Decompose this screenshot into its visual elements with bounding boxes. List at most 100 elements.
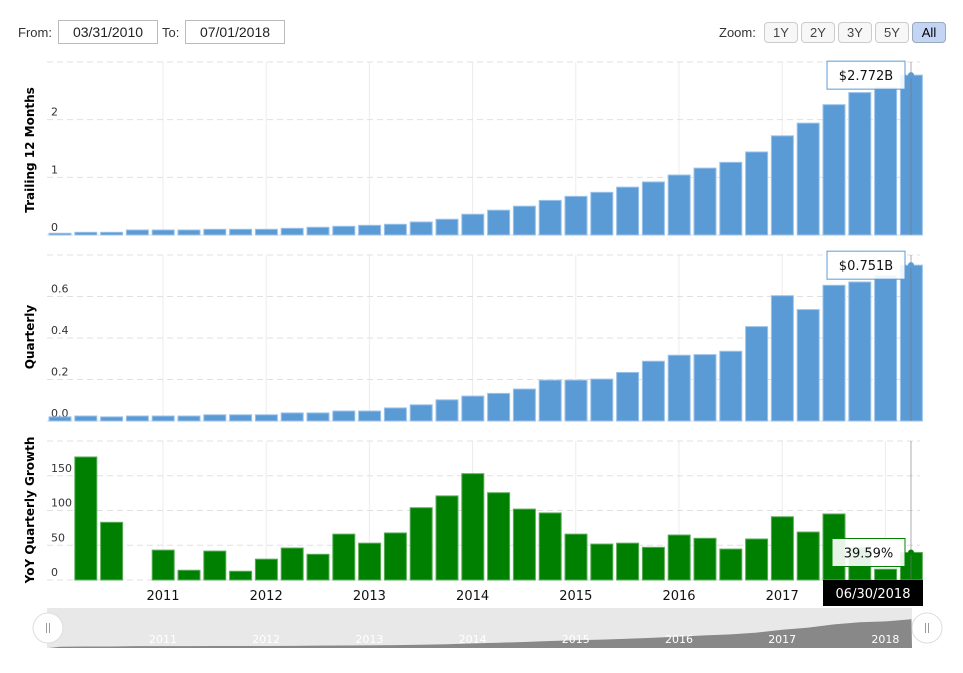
x-tick-label: 2016	[662, 589, 695, 604]
bar[interactable]	[358, 542, 382, 581]
bar[interactable]	[383, 532, 407, 581]
bar[interactable]	[693, 354, 717, 422]
bar[interactable]	[280, 412, 304, 422]
bar[interactable]	[590, 543, 614, 581]
bar[interactable]	[48, 416, 72, 422]
bar[interactable]	[409, 507, 433, 581]
bar[interactable]	[306, 553, 330, 581]
bar[interactable]	[719, 161, 743, 236]
bar[interactable]	[641, 360, 665, 422]
bar[interactable]	[487, 392, 511, 422]
bar[interactable]	[512, 508, 536, 581]
bar[interactable]	[254, 414, 278, 422]
bar[interactable]	[151, 229, 175, 236]
bar[interactable]	[383, 223, 407, 236]
bar[interactable]	[590, 191, 614, 236]
bar[interactable]	[332, 533, 356, 581]
bar[interactable]	[100, 231, 124, 236]
bar[interactable]	[538, 199, 562, 236]
bar[interactable]	[254, 558, 278, 581]
bar[interactable]	[125, 415, 149, 422]
bar[interactable]	[306, 226, 330, 236]
bar[interactable]	[770, 295, 794, 422]
bar[interactable]	[332, 410, 356, 422]
bar[interactable]	[848, 281, 872, 422]
bar[interactable]	[151, 415, 175, 422]
bar[interactable]	[770, 135, 794, 236]
bar[interactable]	[796, 309, 820, 422]
bar[interactable]	[332, 225, 356, 236]
bar[interactable]	[203, 414, 227, 422]
bar[interactable]	[564, 533, 588, 581]
bar[interactable]	[358, 224, 382, 236]
bar[interactable]	[641, 181, 665, 236]
bar[interactable]	[254, 228, 278, 236]
bar[interactable]	[822, 284, 846, 422]
bar[interactable]	[409, 221, 433, 236]
bar[interactable]	[564, 379, 588, 422]
bar[interactable]	[745, 326, 769, 422]
bar[interactable]	[487, 492, 511, 581]
bar[interactable]	[229, 414, 253, 422]
navigator-left-handle[interactable]	[32, 612, 64, 644]
bar[interactable]	[719, 548, 743, 581]
bar[interactable]	[616, 186, 640, 236]
bar[interactable]	[667, 354, 691, 422]
bar[interactable]	[616, 371, 640, 422]
bar[interactable]	[48, 232, 72, 236]
bar[interactable]	[125, 229, 149, 236]
bar[interactable]	[461, 395, 485, 422]
bar[interactable]	[100, 521, 124, 581]
bar[interactable]	[667, 534, 691, 581]
bar[interactable]	[796, 122, 820, 236]
bar[interactable]	[590, 378, 614, 422]
bar[interactable]	[667, 174, 691, 236]
bar[interactable]	[177, 415, 201, 422]
bar[interactable]	[203, 228, 227, 236]
bar[interactable]	[74, 415, 98, 422]
bar[interactable]	[280, 547, 304, 581]
bar[interactable]	[74, 456, 98, 581]
bar[interactable]	[564, 195, 588, 236]
bar[interactable]	[461, 473, 485, 581]
y-tick-label: 0	[51, 221, 58, 234]
bar[interactable]	[693, 537, 717, 581]
bar[interactable]	[693, 167, 717, 236]
bar[interactable]	[203, 550, 227, 581]
bar[interactable]	[745, 538, 769, 581]
bar[interactable]	[874, 86, 898, 236]
bar[interactable]	[358, 410, 382, 422]
bar[interactable]	[435, 218, 459, 236]
bar[interactable]	[306, 412, 330, 422]
bar[interactable]	[74, 231, 98, 236]
bar[interactable]	[719, 350, 743, 422]
bar[interactable]	[487, 209, 511, 236]
bar[interactable]	[770, 516, 794, 581]
bar[interactable]	[538, 379, 562, 422]
bar[interactable]	[435, 399, 459, 422]
navigator-right-handle[interactable]	[911, 612, 943, 644]
bar[interactable]	[538, 512, 562, 581]
bar[interactable]	[616, 542, 640, 581]
bar[interactable]	[461, 213, 485, 236]
bar[interactable]	[874, 568, 898, 581]
bar[interactable]	[280, 227, 304, 236]
bar[interactable]	[409, 404, 433, 422]
bar[interactable]	[383, 407, 407, 422]
bar[interactable]	[641, 546, 665, 581]
bar[interactable]	[512, 388, 536, 422]
bar[interactable]	[796, 531, 820, 581]
bar[interactable]	[151, 549, 175, 581]
bar[interactable]	[177, 229, 201, 236]
bar[interactable]	[100, 416, 124, 422]
bar[interactable]	[848, 92, 872, 236]
bar[interactable]	[512, 205, 536, 236]
bar[interactable]	[229, 570, 253, 581]
crosshair-date-label: 06/30/2018	[836, 587, 911, 602]
bar[interactable]	[229, 228, 253, 236]
bar[interactable]	[435, 495, 459, 581]
bar[interactable]	[874, 275, 898, 422]
bar[interactable]	[745, 151, 769, 236]
bar[interactable]	[822, 104, 846, 236]
bar[interactable]	[177, 569, 201, 581]
